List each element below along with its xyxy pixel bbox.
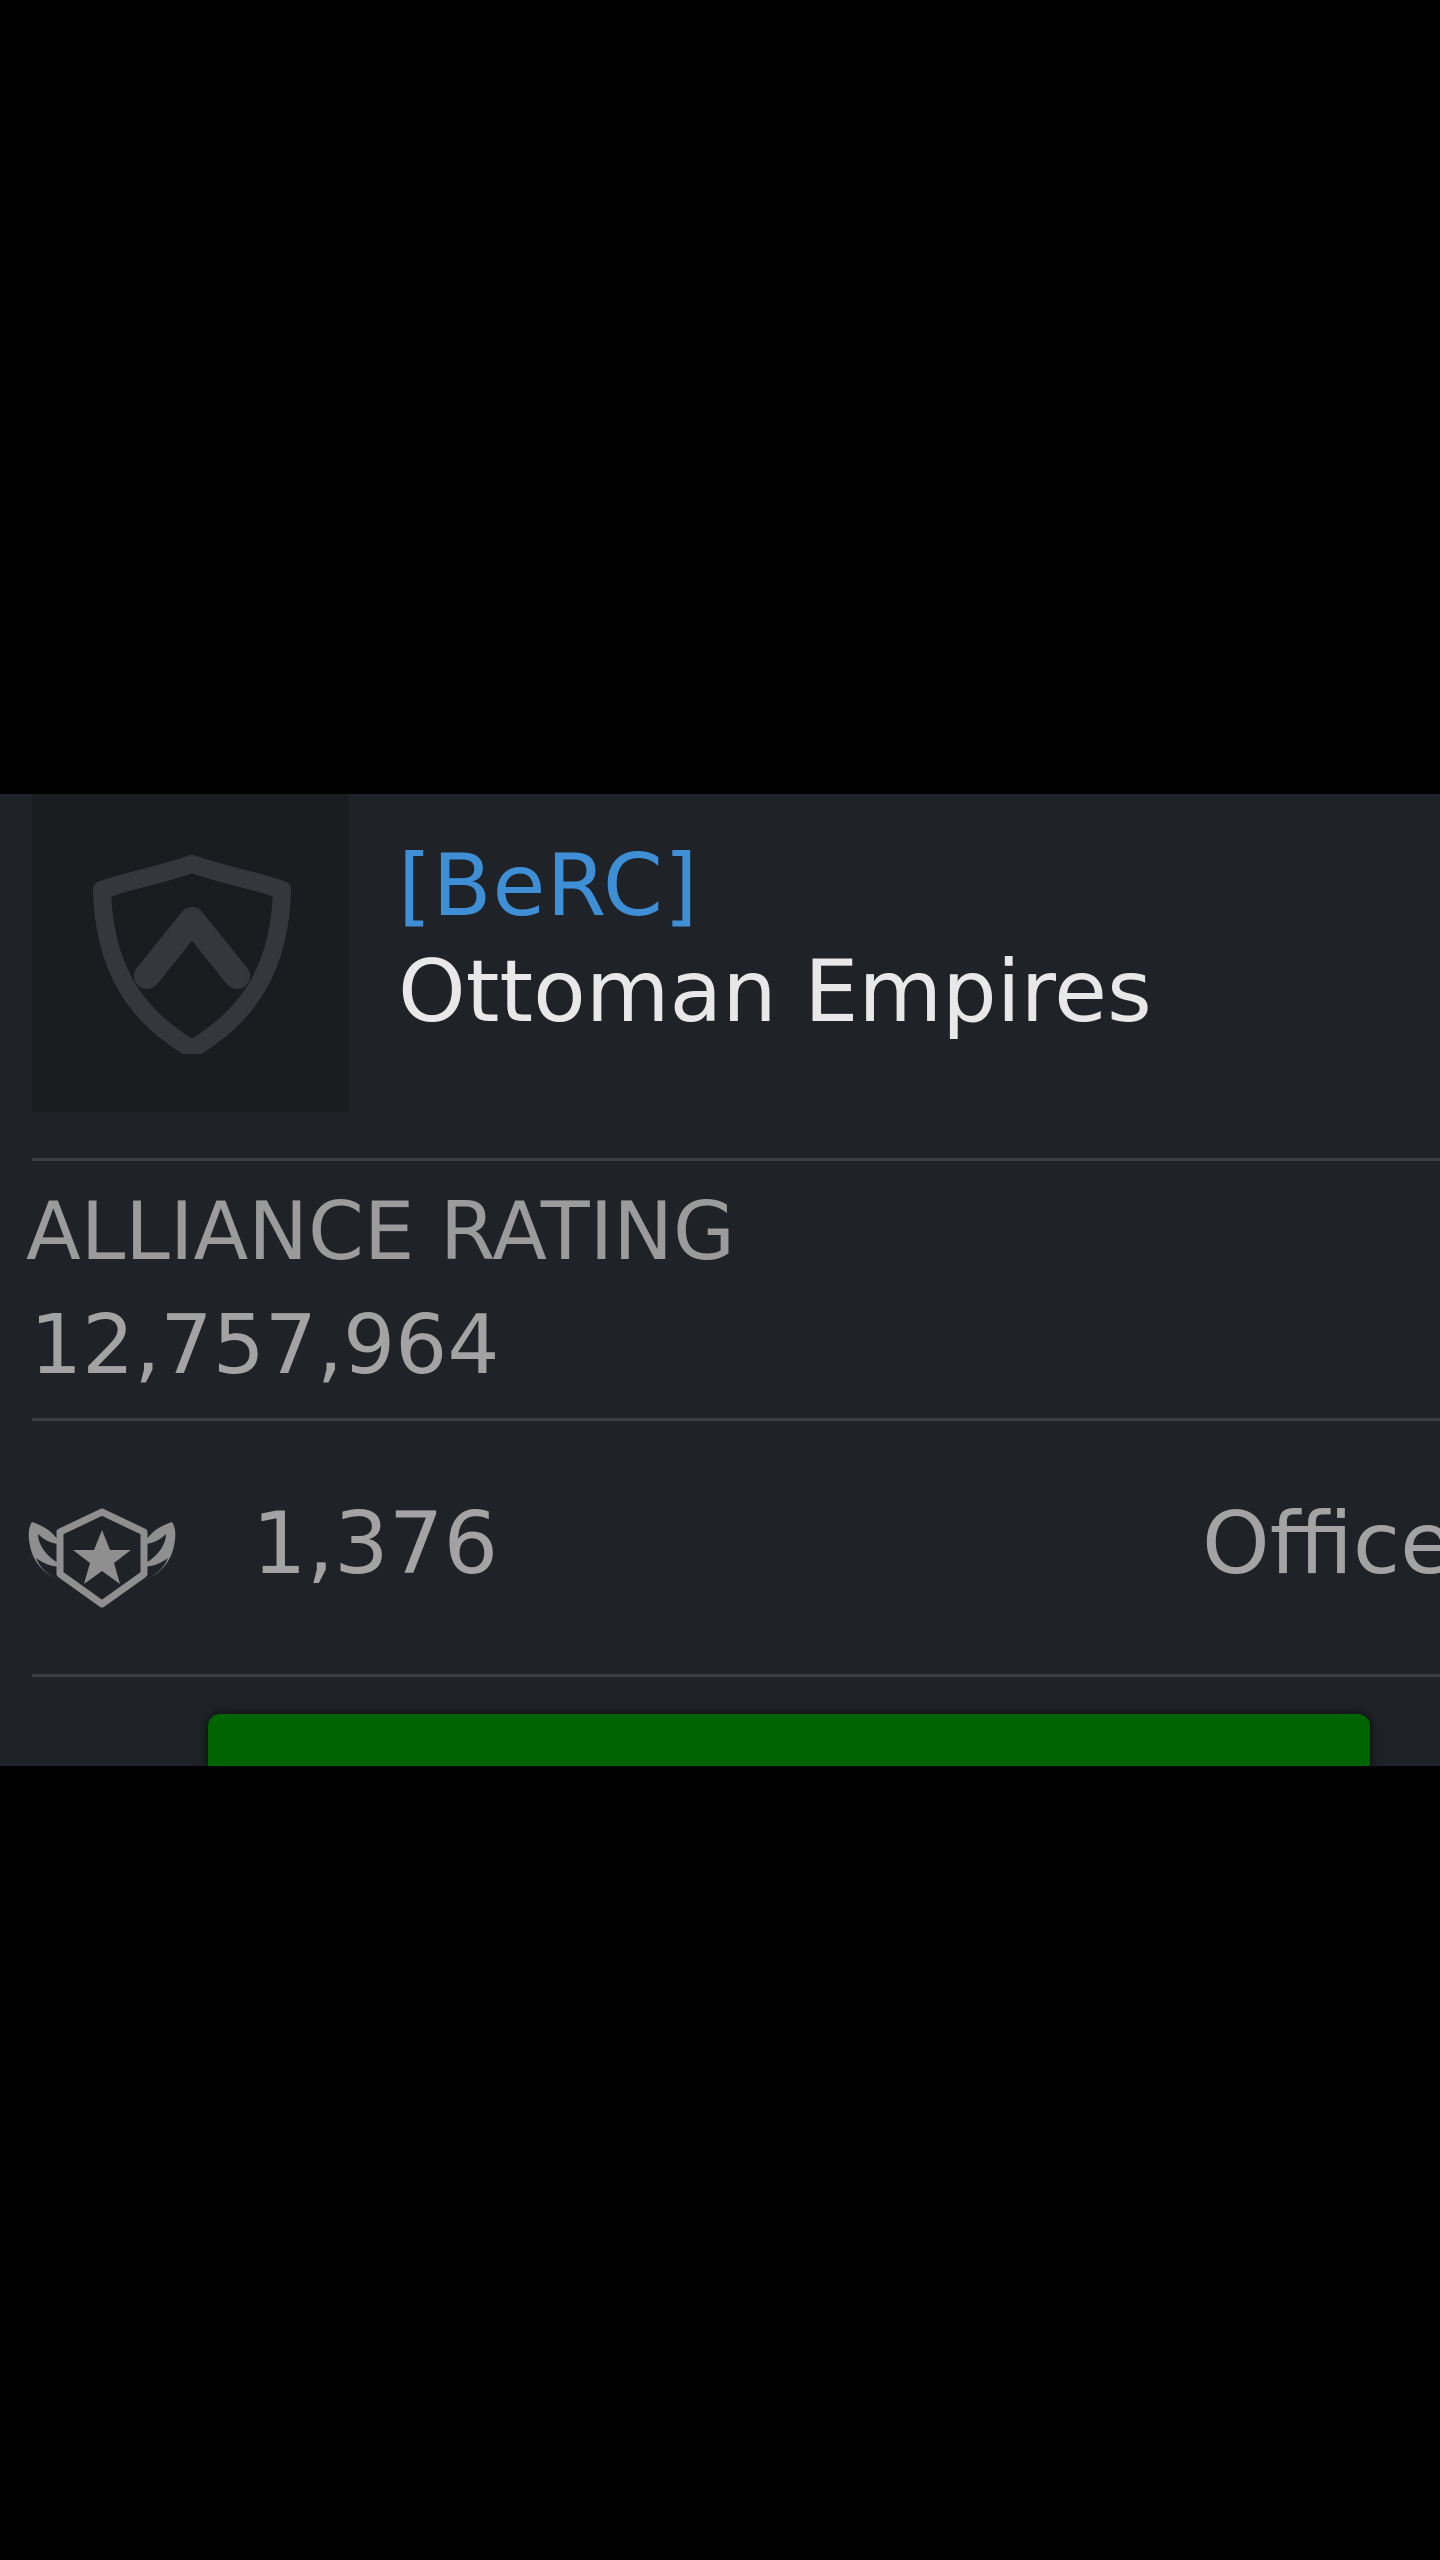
- officer-label: Office: [1202, 1494, 1440, 1594]
- member-count: 1,376: [252, 1494, 499, 1594]
- winged-star-badge-icon: [28, 1508, 176, 1608]
- alliance-name: Ottoman Empires: [398, 942, 1152, 1042]
- alliance-rating-label: ALLIANCE RATING: [26, 1185, 736, 1278]
- alliance-tag: [BeRC]: [398, 836, 699, 936]
- alliance-emblem: [32, 794, 349, 1112]
- green-action-button[interactable]: [208, 1714, 1370, 1766]
- alliance-panel: [BeRC] Ottoman Empires ALLIANCE RATING 1…: [0, 794, 1440, 1766]
- divider: [32, 1158, 1440, 1161]
- divider: [32, 1674, 1440, 1677]
- divider: [32, 1418, 1440, 1421]
- alliance-rating-value: 12,757,964: [30, 1298, 500, 1393]
- shield-chevron-icon: [93, 855, 291, 1054]
